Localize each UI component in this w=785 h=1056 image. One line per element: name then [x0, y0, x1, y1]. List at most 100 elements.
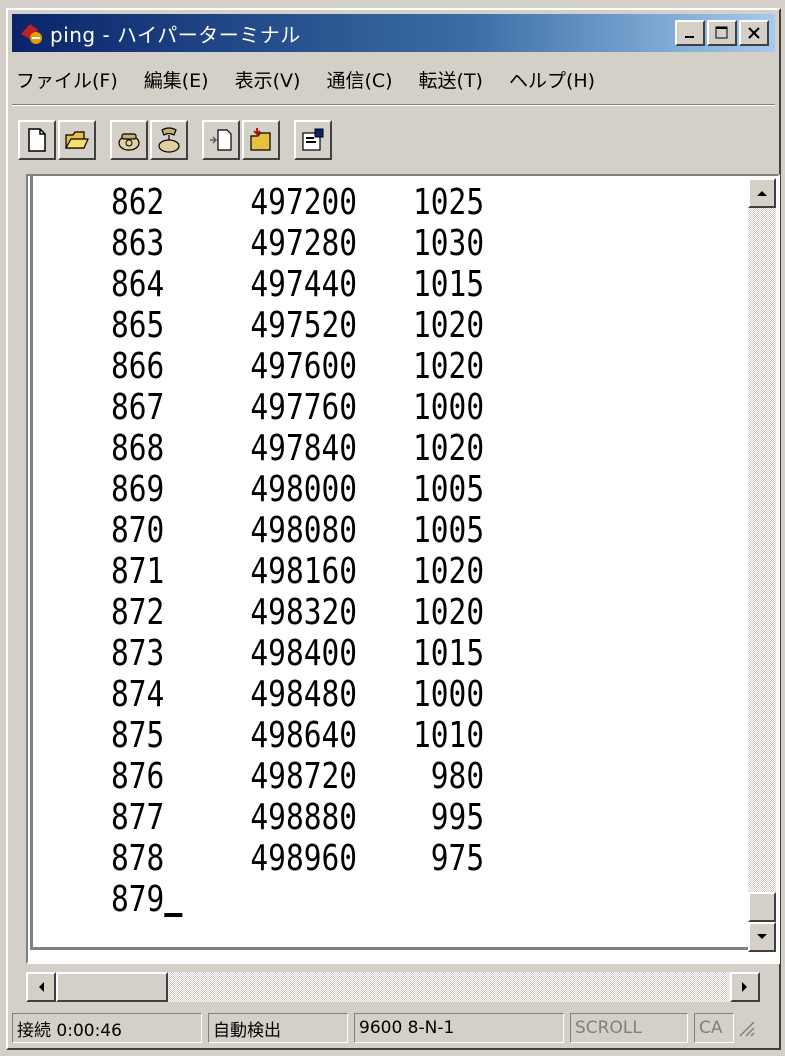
line-index: 874: [111, 674, 165, 715]
receive-button[interactable]: [242, 120, 280, 160]
line-index: 864: [111, 264, 165, 305]
horizontal-scroll-thumb[interactable]: [56, 972, 168, 1002]
line-index: 873: [111, 633, 165, 674]
line-reading: 980: [430, 756, 485, 797]
terminal-frame: 862 497200 1025 863 497280 1030 864 497440 1015 8…: [26, 174, 780, 964]
terminal-line: 871 498160 1020: [111, 551, 484, 592]
line-reading: 1000: [413, 674, 485, 715]
terminal-line: 869 498000 1005: [111, 469, 484, 510]
line-reading: 1005: [413, 469, 485, 510]
line-value: 497760: [250, 387, 358, 428]
line-value: 498960: [250, 838, 358, 879]
terminal-current-line: 879: [111, 879, 484, 920]
line-value: 498400: [250, 633, 358, 674]
terminal-screen[interactable]: 862 497200 1025 863 497280 1030 864 497440 1015 8…: [30, 176, 748, 950]
line-value: 498640: [250, 715, 358, 756]
line-reading: 1020: [413, 346, 485, 387]
line-value: 498000: [250, 469, 358, 510]
line-value: 497840: [250, 428, 358, 469]
vertical-scrollbar[interactable]: [748, 178, 776, 952]
menu-bar: ファイル(F) 編集(E) 表示(V) 通信(C) 転送(T) ヘルプ(H): [16, 62, 621, 96]
title-bar[interactable]: ping - ハイパーターミナル: [12, 14, 775, 52]
arrow-down-icon: [757, 934, 767, 939]
terminal-line: 863 497280 1030: [111, 223, 484, 264]
line-value: 498080: [250, 510, 358, 551]
window-controls: [673, 20, 769, 46]
line-reading: 975: [430, 838, 485, 879]
scroll-left-button[interactable]: [26, 972, 56, 1002]
scroll-up-button[interactable]: [748, 178, 776, 208]
line-reading: 1000: [413, 387, 485, 428]
line-index: 877: [111, 797, 165, 838]
terminal-line: 866 497600 1020: [111, 346, 484, 387]
line-reading: 995: [430, 797, 485, 838]
minimize-button[interactable]: [675, 20, 705, 46]
line-reading: 1030: [413, 223, 485, 264]
terminal-line: 875 498640 1010: [111, 715, 484, 756]
resize-grip-icon[interactable]: [736, 1018, 756, 1038]
terminal-line: 864 497440 1015: [111, 264, 484, 305]
line-reading: 1015: [413, 633, 485, 674]
call-button[interactable]: [110, 120, 148, 160]
menu-transfer[interactable]: 転送(T): [419, 66, 483, 93]
open-button[interactable]: [58, 120, 96, 160]
terminal-line: 865 497520 1020: [111, 305, 484, 346]
line-value: 498720: [250, 756, 358, 797]
terminal-line: 873 498400 1015: [111, 633, 484, 674]
status-port-settings: 9600 8-N-1: [354, 1013, 564, 1043]
line-value: 497520: [250, 305, 358, 346]
menu-view[interactable]: 表示(V): [235, 66, 301, 93]
status-connection-time: 接続 0:00:46: [12, 1013, 202, 1043]
horizontal-scrollbar[interactable]: [26, 972, 760, 1002]
text-cursor: [164, 879, 183, 917]
terminal-line: 867 497760 1000: [111, 387, 484, 428]
scroll-right-button[interactable]: [730, 972, 760, 1002]
line-index: 866: [111, 346, 165, 387]
line-index: 871: [111, 551, 165, 592]
terminal-line: 870 498080 1005: [111, 510, 484, 551]
hyperterminal-app-icon[interactable]: [18, 20, 46, 46]
connect-phone-icon: [118, 133, 140, 151]
scroll-thumb[interactable]: [748, 892, 776, 922]
open-folder-icon: [64, 131, 89, 149]
terminal-line: 878 498960 975: [111, 838, 484, 879]
arrow-right-icon: [742, 982, 747, 992]
close-button[interactable]: [739, 20, 769, 46]
line-index: 875: [111, 715, 165, 756]
arrow-up-icon: [757, 191, 767, 196]
window-title: ping - ハイパーターミナル: [50, 22, 301, 47]
line-index: 862: [111, 182, 165, 223]
line-value: 498480: [250, 674, 358, 715]
menu-call[interactable]: 通信(C): [326, 66, 392, 93]
line-index: 878: [111, 838, 165, 879]
send-file-icon: [210, 129, 232, 151]
menu-file[interactable]: ファイル(F): [16, 66, 118, 93]
line-reading: 1010: [413, 715, 485, 756]
menu-help[interactable]: ヘルプ(H): [509, 66, 595, 93]
terminal-line: 872 498320 1020: [111, 592, 484, 633]
send-button[interactable]: [202, 120, 240, 160]
maximize-button[interactable]: [707, 20, 737, 46]
new-connection-button[interactable]: [18, 120, 56, 160]
line-index: 876: [111, 756, 165, 797]
status-auto-detect: 自動検出: [208, 1013, 348, 1043]
scroll-down-button[interactable]: [748, 922, 776, 952]
line-reading: 1005: [413, 510, 485, 551]
minimize-icon: [685, 36, 694, 38]
terminal-line: 874 498480 1000: [111, 674, 484, 715]
properties-button[interactable]: [294, 120, 332, 160]
terminal-line: 876 498720 980: [111, 756, 484, 797]
receive-file-icon: [250, 128, 271, 151]
line-value: 497280: [250, 223, 358, 264]
close-icon: [748, 27, 760, 39]
maximize-icon: [715, 26, 728, 39]
menu-edit[interactable]: 編集(E): [144, 66, 209, 93]
status-caps: CA: [694, 1013, 734, 1043]
line-index: 867: [111, 387, 165, 428]
line-reading: 1020: [413, 305, 485, 346]
line-value: 497200: [250, 182, 358, 223]
line-value: 498320: [250, 592, 358, 633]
line-index: 863: [111, 223, 165, 264]
disconnect-button[interactable]: [150, 120, 188, 160]
disconnect-phone-icon: [158, 127, 180, 153]
